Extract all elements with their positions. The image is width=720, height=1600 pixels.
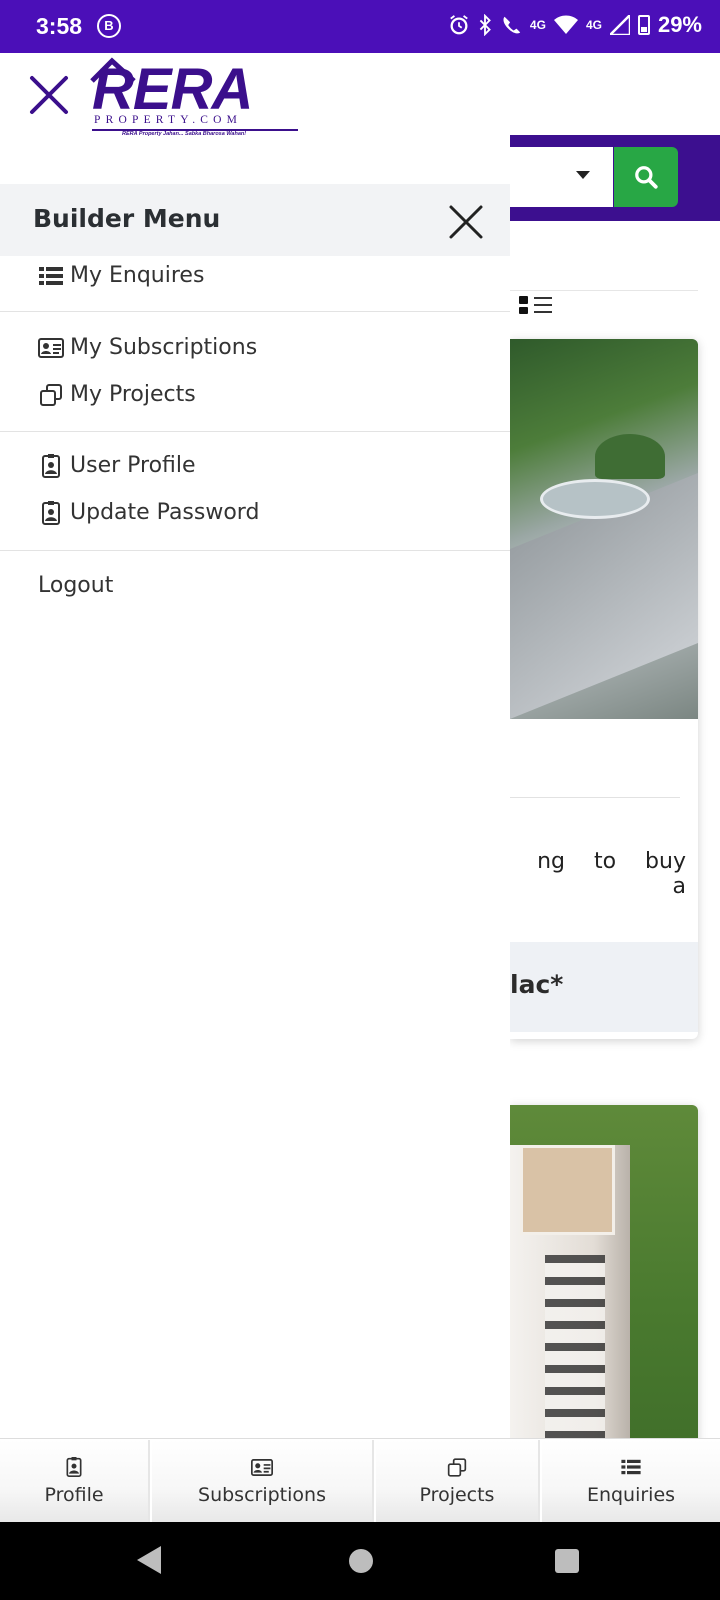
signal-4g-label: 4G <box>529 18 546 32</box>
bottom-nav-label: Subscriptions <box>198 1484 326 1506</box>
status-time: 3:58 <box>36 13 83 39</box>
menu-item-label: Update Password <box>70 500 260 525</box>
caret-down-icon <box>576 171 590 179</box>
back-icon[interactable] <box>137 1546 161 1574</box>
b-notification-icon: B <box>97 14 121 38</box>
recent-apps-icon[interactable] <box>555 1549 579 1573</box>
menu-separator <box>0 431 510 432</box>
builder-menu-title: Builder Menu <box>33 204 221 233</box>
bottom-navigation: Profile Subscriptions Projects Enquiries <box>0 1438 720 1522</box>
list-view-icon[interactable] <box>534 297 552 313</box>
menu-item-logout[interactable]: Logout <box>38 573 113 598</box>
close-drawer-icon[interactable] <box>27 73 71 117</box>
menu-item-label: My Projects <box>70 382 196 407</box>
bottom-nav-profile[interactable]: Profile <box>0 1440 150 1522</box>
id-card-icon <box>251 1456 273 1478</box>
home-icon[interactable] <box>349 1549 373 1573</box>
menu-item-label: My Subscriptions <box>70 335 258 360</box>
property-card-2[interactable] <box>510 1105 698 1438</box>
menu-separator <box>0 311 510 312</box>
badge-icon <box>38 500 64 525</box>
card-description: ng to buy a <box>537 849 686 899</box>
card-footer: lac* <box>510 942 698 1032</box>
rera-logo[interactable]: RERA PROPERTY.COM RERA Property Jahan...… <box>90 57 302 139</box>
side-drawer: RERA PROPERTY.COM RERA Property Jahan...… <box>0 53 510 1438</box>
builder-menu-header: Builder Menu <box>0 184 510 256</box>
divider <box>510 290 698 291</box>
bluetooth-icon <box>479 14 491 36</box>
badge-icon <box>66 1456 82 1478</box>
bottom-nav-label: Enquiries <box>586 1484 676 1506</box>
menu-item-my-projects[interactable]: My Projects <box>38 382 196 407</box>
search-icon <box>635 166 658 189</box>
menu-separator <box>0 550 510 551</box>
card-divider <box>510 797 680 798</box>
bottom-nav-label: Profile <box>44 1484 104 1506</box>
menu-item-label: My Enquires <box>70 263 205 288</box>
menu-item-update-password[interactable]: Update Password <box>38 500 259 525</box>
menu-item-label: Logout <box>38 573 114 598</box>
menu-item-my-subscriptions[interactable]: My Subscriptions <box>38 335 257 360</box>
logo-tagline: RERA Property Jahan... Sabka Bharosa Wah… <box>122 131 247 137</box>
view-toggle <box>519 296 552 314</box>
alarm-icon <box>450 15 468 35</box>
search-select[interactable] <box>510 147 613 207</box>
bottom-nav-label: Projects <box>419 1484 495 1506</box>
logo-text: RERA <box>92 57 253 122</box>
signal-4g-label-2: 4G <box>585 18 602 32</box>
grid-view-icon[interactable] <box>519 296 528 314</box>
search-button[interactable] <box>614 147 678 207</box>
cell-signal-icon <box>609 15 630 35</box>
property-card[interactable]: ng to buy a lac* <box>510 339 698 1039</box>
menu-item-label: User Profile <box>70 453 196 478</box>
property-image-2 <box>510 1105 698 1438</box>
card-price: lac* <box>510 970 564 999</box>
bottom-nav-projects[interactable]: Projects <box>376 1440 540 1522</box>
menu-item-user-profile[interactable]: User Profile <box>38 453 196 478</box>
id-card-icon <box>38 337 64 359</box>
status-bar: 3:58 B 4G 4G 29% <box>0 0 720 53</box>
list-icon <box>38 265 64 287</box>
call-4g-icon <box>503 16 521 34</box>
system-navigation-bar <box>0 1522 720 1600</box>
badge-icon <box>38 453 64 478</box>
wifi-icon <box>553 15 578 34</box>
copy-icon <box>38 383 64 406</box>
battery-percent: 29% <box>657 12 702 37</box>
menu-item-my-enquires[interactable]: My Enquires <box>38 263 204 288</box>
battery-icon <box>637 15 650 35</box>
close-icon[interactable] <box>448 204 484 240</box>
bottom-nav-enquiries[interactable]: Enquiries <box>542 1440 720 1522</box>
property-image <box>510 339 698 719</box>
list-icon <box>621 1456 641 1478</box>
bottom-nav-subscriptions[interactable]: Subscriptions <box>152 1440 374 1522</box>
copy-icon <box>447 1456 467 1478</box>
status-icons: 4G 4G 29% <box>448 12 702 38</box>
logo-subtext: PROPERTY.COM <box>94 114 243 126</box>
